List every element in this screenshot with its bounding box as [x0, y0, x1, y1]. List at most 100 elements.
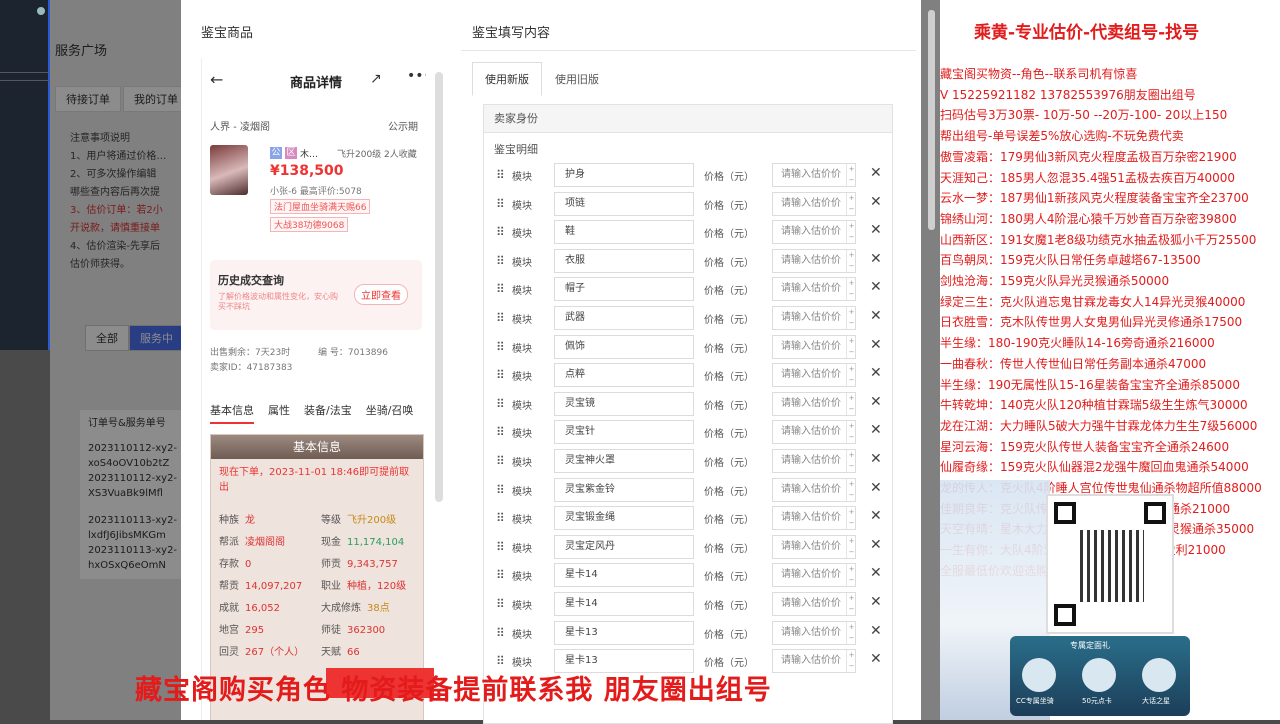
- more-icon[interactable]: •••: [407, 68, 426, 84]
- module-name-field[interactable]: 星卡14: [554, 592, 694, 616]
- price-stepper[interactable]: + −: [846, 478, 856, 501]
- drag-handle-icon[interactable]: ⠿: [496, 254, 505, 268]
- remove-icon[interactable]: ✕: [870, 623, 882, 639]
- back-arrow-icon[interactable]: ←: [210, 70, 223, 89]
- price-stepper[interactable]: + −: [846, 249, 856, 272]
- drag-handle-icon[interactable]: ⠿: [496, 540, 505, 554]
- price-stepper[interactable]: + −: [846, 278, 856, 301]
- drag-handle-icon[interactable]: ⠿: [496, 654, 505, 668]
- price-stepper[interactable]: + −: [846, 192, 856, 215]
- phone-scrollbar[interactable]: [435, 72, 443, 502]
- price-stepper[interactable]: + −: [846, 564, 856, 587]
- remove-icon[interactable]: ✕: [870, 480, 882, 496]
- modal-scrollbar[interactable]: [928, 10, 935, 230]
- remove-icon[interactable]: ✕: [870, 251, 882, 267]
- tab-old-version[interactable]: 使用旧版: [542, 62, 612, 96]
- remove-icon[interactable]: ✕: [870, 337, 882, 353]
- price-stepper[interactable]: + −: [846, 593, 856, 615]
- price-stepper[interactable]: + −: [846, 450, 856, 472]
- remove-icon[interactable]: ✕: [870, 537, 882, 553]
- remove-icon[interactable]: ✕: [870, 594, 882, 610]
- price-input[interactable]: 请输入估价价: [772, 534, 856, 559]
- close-icon[interactable]: ✕: [198, 0, 216, 25]
- price-input[interactable]: 请输入估价价: [772, 220, 856, 245]
- module-name-field[interactable]: 灵宝紫金铃: [554, 477, 694, 502]
- module-name-field[interactable]: 武器: [554, 306, 694, 330]
- module-name-field[interactable]: 灵宝神火罩: [554, 449, 694, 473]
- price-stepper[interactable]: + −: [846, 507, 856, 530]
- drag-handle-icon[interactable]: ⠿: [496, 340, 505, 354]
- price-input[interactable]: 请输入估价价: [772, 248, 856, 273]
- price-stepper[interactable]: + −: [846, 335, 856, 358]
- price-input[interactable]: 请输入估价价: [772, 449, 856, 473]
- price-input[interactable]: 请输入估价价: [772, 592, 856, 616]
- remove-icon[interactable]: ✕: [870, 222, 882, 238]
- price-stepper[interactable]: + −: [846, 392, 856, 415]
- tab-new-version[interactable]: 使用新版: [472, 62, 542, 96]
- module-name-field[interactable]: 衣服: [554, 248, 694, 273]
- module-name-field[interactable]: 帽子: [554, 277, 694, 302]
- drag-handle-icon[interactable]: ⠿: [496, 626, 505, 640]
- remove-icon[interactable]: ✕: [870, 651, 882, 667]
- price-input[interactable]: 请输入估价价: [772, 391, 856, 416]
- price-stepper[interactable]: + −: [846, 307, 856, 329]
- drag-handle-icon[interactable]: ⠿: [496, 282, 505, 296]
- remove-icon[interactable]: ✕: [870, 422, 882, 438]
- tab-equipment[interactable]: 装备/法宝: [304, 402, 352, 424]
- remove-icon[interactable]: ✕: [870, 165, 882, 181]
- module-name-field[interactable]: 星卡13: [554, 620, 694, 645]
- module-name-field[interactable]: 灵宝锻金绳: [554, 506, 694, 531]
- module-name-field[interactable]: 灵宝定风丹: [554, 534, 694, 559]
- remove-icon[interactable]: ✕: [870, 451, 882, 467]
- price-input[interactable]: 请输入估价价: [772, 477, 856, 502]
- price-input[interactable]: 请输入估价价: [772, 334, 856, 359]
- drag-handle-icon[interactable]: ⠿: [496, 368, 505, 382]
- price-input[interactable]: 请输入估价价: [772, 163, 856, 187]
- price-stepper[interactable]: + −: [846, 164, 856, 186]
- module-name-field[interactable]: 灵宝针: [554, 420, 694, 445]
- price-input[interactable]: 请输入估价价: [772, 420, 856, 445]
- remove-icon[interactable]: ✕: [870, 508, 882, 524]
- tab-basic-info[interactable]: 基本信息: [210, 402, 254, 424]
- tab-attributes[interactable]: 属性: [268, 402, 290, 424]
- remove-icon[interactable]: ✕: [870, 394, 882, 410]
- price-stepper[interactable]: + −: [846, 621, 856, 644]
- drag-handle-icon[interactable]: ⠿: [496, 483, 505, 497]
- module-name-field[interactable]: 项链: [554, 191, 694, 216]
- drag-handle-icon[interactable]: ⠿: [496, 397, 505, 411]
- drag-handle-icon[interactable]: ⠿: [496, 568, 505, 582]
- tab-mounts[interactable]: 坐骑/召唤: [366, 402, 414, 424]
- drag-handle-icon[interactable]: ⠿: [496, 425, 505, 439]
- price-stepper[interactable]: + −: [846, 421, 856, 444]
- drag-handle-icon[interactable]: ⠿: [496, 597, 505, 611]
- history-view-button[interactable]: 立即查看: [354, 284, 408, 305]
- price-input[interactable]: 请输入估价价: [772, 277, 856, 302]
- price-stepper[interactable]: + −: [846, 364, 856, 387]
- module-name-field[interactable]: 点粹: [554, 363, 694, 388]
- price-input[interactable]: 请输入估价价: [772, 506, 856, 531]
- price-stepper[interactable]: + −: [846, 650, 856, 673]
- drag-handle-icon[interactable]: ⠿: [496, 454, 505, 468]
- price-input[interactable]: 请输入估价价: [772, 649, 856, 674]
- remove-icon[interactable]: ✕: [870, 565, 882, 581]
- remove-icon[interactable]: ✕: [870, 308, 882, 324]
- module-name-field[interactable]: 护身: [554, 163, 694, 187]
- price-input[interactable]: 请输入估价价: [772, 306, 856, 330]
- module-name-field[interactable]: 星卡14: [554, 563, 694, 588]
- drag-handle-icon[interactable]: ⠿: [496, 197, 505, 211]
- price-input[interactable]: 请输入估价价: [772, 191, 856, 216]
- drag-handle-icon[interactable]: ⠿: [496, 168, 505, 182]
- drag-handle-icon[interactable]: ⠿: [496, 311, 505, 325]
- remove-icon[interactable]: ✕: [870, 279, 882, 295]
- price-input[interactable]: 请输入估价价: [772, 363, 856, 388]
- remove-icon[interactable]: ✕: [870, 194, 882, 210]
- module-name-field[interactable]: 灵宝镜: [554, 391, 694, 416]
- price-input[interactable]: 请输入估价价: [772, 620, 856, 645]
- module-name-field[interactable]: 鞋: [554, 220, 694, 245]
- price-stepper[interactable]: + −: [846, 221, 856, 244]
- remove-icon[interactable]: ✕: [870, 365, 882, 381]
- drag-handle-icon[interactable]: ⠿: [496, 511, 505, 525]
- share-icon[interactable]: ↗: [370, 71, 382, 87]
- price-input[interactable]: 请输入估价价: [772, 563, 856, 588]
- price-stepper[interactable]: + −: [846, 535, 856, 558]
